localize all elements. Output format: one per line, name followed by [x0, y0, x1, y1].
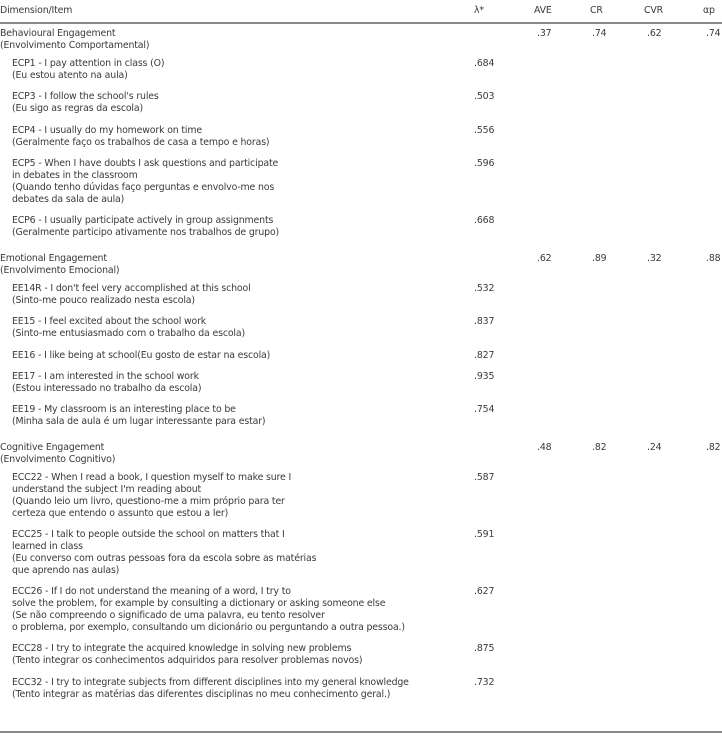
lambda-value: .935: [474, 371, 495, 383]
item-label: ECP3 - I follow the school's rules (Eu s…: [12, 91, 159, 115]
header-ave: AVE: [534, 5, 552, 16]
lambda-value: .875: [474, 643, 495, 655]
item-row: ECP5 - When I have doubts I ask question…: [0, 158, 722, 215]
item-row: EE17 - I am interested in the school wor…: [0, 371, 722, 404]
item-label: ECC26 - If I do not understand the meani…: [12, 586, 405, 633]
header-cvr: CVR: [644, 5, 664, 16]
header-cr: CR: [590, 5, 603, 16]
item-row: ECC32 - I try to integrate subjects from…: [0, 677, 722, 710]
item-label: ECP6 - I usually participate actively in…: [12, 215, 280, 239]
dimension-label: Emotional Engagement (Envolvimento Emoci…: [0, 252, 120, 276]
cr-value: .82: [592, 441, 607, 453]
item-label: EE15 - I feel excited about the school w…: [12, 316, 245, 340]
item-row: ECP1 - I pay attention in class (O) (Eu …: [0, 58, 722, 91]
lambda-value: .556: [474, 124, 495, 136]
alpha-value: .82: [706, 441, 721, 453]
cr-value: .74: [592, 28, 607, 39]
item-label: ECP5 - When I have doubts I ask question…: [12, 158, 279, 205]
item-row: ECC25 - I talk to people outside the sch…: [0, 529, 722, 586]
ave-value: .62: [537, 252, 552, 264]
dimension-row: Emotional Engagement (Envolvimento Emoci…: [0, 249, 722, 281]
lambda-value: .532: [474, 282, 495, 294]
cvr-value: .32: [647, 252, 662, 264]
dimension-label: Behavioural Engagement (Envolvimento Com…: [0, 28, 150, 51]
lambda-value: .684: [474, 58, 495, 69]
item-label: ECP4 - I usually do my homework on time …: [12, 124, 270, 148]
lambda-value: .503: [474, 91, 495, 103]
item-label: EE19 - My classroom is an interesting pl…: [12, 404, 266, 428]
item-row: ECP6 - I usually participate actively in…: [0, 215, 722, 248]
header-lambda: λ*: [474, 5, 484, 16]
loadings-table: Dimension/Item λ* AVE CR CVR αp Behaviou…: [0, 0, 722, 733]
alpha-value: .74: [706, 28, 721, 39]
item-label: EE16 - I like being at school(Eu gosto d…: [12, 349, 271, 361]
table-body: Behavioural Engagement (Envolvimento Com…: [0, 24, 722, 710]
item-label: ECC25 - I talk to people outside the sch…: [12, 529, 317, 576]
table-header: Dimension/Item λ* AVE CR CVR αp: [0, 0, 722, 24]
lambda-value: .587: [474, 471, 495, 483]
item-row: ECP3 - I follow the school's rules (Eu s…: [0, 91, 722, 124]
lambda-value: .668: [474, 215, 495, 227]
table-bottom-rule: [0, 731, 722, 733]
alpha-value: .88: [706, 252, 721, 264]
ave-value: .37: [537, 28, 552, 39]
lambda-value: .827: [474, 349, 495, 361]
item-row: ECC22 - When I read a book, I question m…: [0, 472, 722, 529]
item-row: ECC28 - I try to integrate the acquired …: [0, 643, 722, 676]
item-row: EE16 - I like being at school(Eu gosto d…: [0, 350, 722, 372]
item-row: EE19 - My classroom is an interesting pl…: [0, 404, 722, 437]
lambda-value: .596: [474, 158, 495, 170]
item-row: EE15 - I feel excited about the school w…: [0, 316, 722, 349]
header-alpha: αp: [703, 5, 715, 16]
lambda-value: .754: [474, 404, 495, 416]
cvr-value: .62: [647, 28, 662, 39]
item-label: ECC22 - When I read a book, I question m…: [12, 471, 292, 519]
item-row: EE14R - I don't feel very accomplished a…: [0, 283, 722, 316]
item-label: EE17 - I am interested in the school wor…: [12, 371, 202, 394]
item-row: ECC26 - If I do not understand the meani…: [0, 586, 722, 643]
cr-value: .89: [592, 252, 607, 264]
header-dimension-item: Dimension/Item: [0, 5, 73, 16]
dimension-row: Cognitive Engagement (Envolvimento Cogni…: [0, 438, 722, 470]
lambda-value: .627: [474, 586, 495, 598]
item-row: ECP4 - I usually do my homework on time …: [0, 125, 722, 158]
cvr-value: .24: [647, 441, 662, 453]
lambda-value: .837: [474, 316, 495, 328]
dimension-row: Behavioural Engagement (Envolvimento Com…: [0, 24, 722, 56]
lambda-value: .732: [474, 676, 495, 688]
dimension-label: Cognitive Engagement (Envolvimento Cogni…: [0, 441, 116, 465]
item-label: ECC28 - I try to integrate the acquired …: [12, 643, 363, 667]
lambda-value: .591: [474, 529, 495, 540]
item-label: ECP1 - I pay attention in class (O) (Eu …: [12, 58, 165, 81]
ave-value: .48: [537, 441, 552, 453]
item-label: EE14R - I don't feel very accomplished a…: [12, 282, 251, 306]
item-label: ECC32 - I try to integrate subjects from…: [12, 676, 409, 700]
